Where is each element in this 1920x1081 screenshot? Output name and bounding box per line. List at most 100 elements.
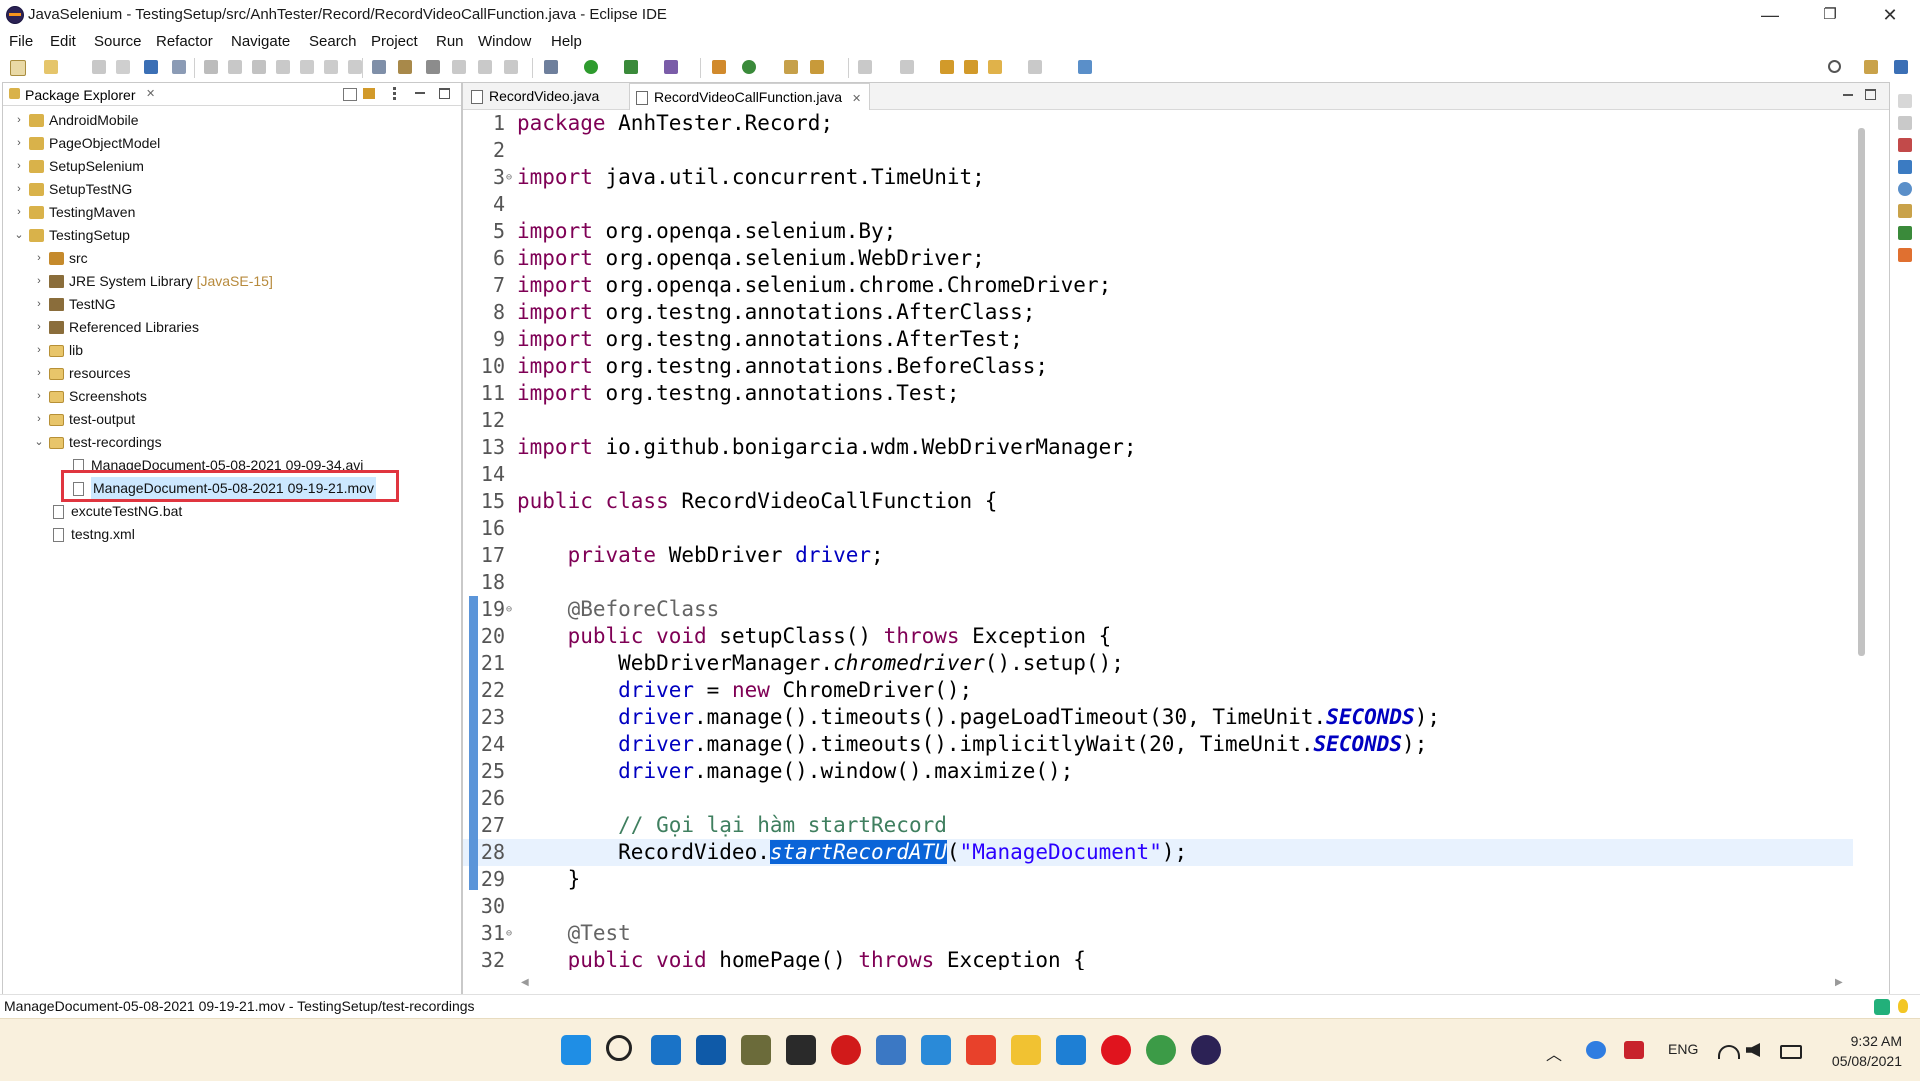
- code-line[interactable]: 8 import org.testng.annotations.AfterClas…: [463, 299, 1853, 326]
- code-line[interactable]: 16: [463, 515, 1853, 542]
- vertical-scrollbar[interactable]: [1858, 128, 1865, 656]
- vscode-icon[interactable]: [1056, 1035, 1086, 1065]
- save-icon[interactable]: [92, 60, 106, 74]
- code-line[interactable]: 13 import io.github.bonigarcia.wdm.WebDri…: [463, 434, 1853, 461]
- menu-edit[interactable]: Edit: [50, 33, 76, 50]
- tree-item-pageobjectmodel[interactable]: › PageObjectModel: [13, 132, 453, 155]
- open-perspective-icon[interactable]: [1864, 60, 1878, 74]
- code-line[interactable]: 10 import org.testng.annotations.BeforeCl…: [463, 353, 1853, 380]
- red-s-app-icon[interactable]: [966, 1035, 996, 1065]
- code-line[interactable]: 19 ⊖ @BeforeClass: [463, 596, 1853, 623]
- word-wrap-icon[interactable]: [478, 60, 492, 74]
- chrome-icon[interactable]: [1146, 1035, 1176, 1065]
- tree-item-setupselenium[interactable]: › SetupSelenium: [13, 155, 453, 178]
- back-icon[interactable]: [988, 60, 1002, 74]
- whitespace-icon[interactable]: [504, 60, 518, 74]
- tab-recordvideocallfunction[interactable]: RecordVideoCallFunction.java ✕: [629, 83, 871, 110]
- code-line[interactable]: 23 driver.manage().timeouts().pageLoadTi…: [463, 704, 1853, 731]
- code-line[interactable]: 18: [463, 569, 1853, 596]
- menu-refactor[interactable]: Refactor: [156, 33, 213, 50]
- link-with-editor-icon[interactable]: [363, 88, 375, 99]
- search-icon[interactable]: [606, 1035, 632, 1061]
- instant-demo-icon[interactable]: [741, 1035, 771, 1065]
- problems-icon[interactable]: [1898, 138, 1912, 152]
- language-indicator[interactable]: ENG: [1668, 1041, 1698, 1057]
- code-line[interactable]: 12: [463, 407, 1853, 434]
- new-class-icon[interactable]: [742, 60, 756, 74]
- wifi-icon[interactable]: [1718, 1045, 1740, 1059]
- volume-icon[interactable]: [1746, 1043, 1760, 1057]
- toggle-view-icon[interactable]: [372, 60, 386, 74]
- tree-item-src[interactable]: › src: [33, 247, 453, 270]
- code-line[interactable]: 1 package AnhTester.Record;: [463, 110, 1853, 137]
- step-over-icon[interactable]: [324, 60, 338, 74]
- package-explorer-tab[interactable]: Package Explorer ✕: [3, 83, 461, 106]
- tree-item-testng[interactable]: › TestNG: [33, 293, 453, 316]
- open-icon[interactable]: [44, 60, 58, 74]
- code-line[interactable]: 6 import org.openqa.selenium.WebDriver;: [463, 245, 1853, 272]
- open-type-icon[interactable]: [784, 60, 798, 74]
- fold-toggle-icon[interactable]: ⊖: [506, 920, 512, 947]
- step-return-icon[interactable]: [348, 60, 362, 74]
- minimize-editor-icon[interactable]: [1843, 94, 1853, 96]
- code-line[interactable]: 24 driver.manage().timeouts().implicitly…: [463, 731, 1853, 758]
- tree-item-androidmobile[interactable]: › AndroidMobile: [13, 109, 453, 132]
- tree-item-excutetestng-bat[interactable]: excuteTestNG.bat: [35, 500, 455, 523]
- maximize-view-icon[interactable]: [439, 88, 450, 99]
- menu-window[interactable]: Window: [478, 33, 531, 50]
- fold-toggle-icon[interactable]: ⊖: [506, 164, 512, 191]
- menu-search[interactable]: Search: [309, 33, 357, 50]
- forward-icon[interactable]: [1028, 60, 1042, 74]
- record-dot-icon[interactable]: [831, 1035, 861, 1065]
- tree-item-testingsetup[interactable]: ⌄ TestingSetup: [13, 224, 453, 247]
- search-tool-icon[interactable]: [810, 60, 824, 74]
- disconnect-icon[interactable]: [276, 60, 290, 74]
- tree-item-testingmaven[interactable]: › TestingMaven: [13, 201, 453, 224]
- new-icon[interactable]: [10, 60, 26, 76]
- close-icon[interactable]: ✕: [852, 93, 861, 105]
- terminate-icon[interactable]: [252, 60, 266, 74]
- code-line[interactable]: 5 import org.openqa.selenium.By;: [463, 218, 1853, 245]
- code-line[interactable]: 28 RecordVideo.startRecordATU("ManageDoc…: [463, 839, 1853, 866]
- maximize-editor-icon[interactable]: [1865, 89, 1876, 100]
- code-line[interactable]: 20 public void setupClass() throws Excep…: [463, 623, 1853, 650]
- tree-item-resources[interactable]: › resources: [33, 362, 453, 385]
- code-line[interactable]: 21 WebDriverManager.chromedriver().setup…: [463, 650, 1853, 677]
- taskbar-clock[interactable]: 9:32 AM 05/08/2021: [1822, 1031, 1902, 1071]
- resume-icon[interactable]: [204, 60, 218, 74]
- tree-item-test-recordings[interactable]: ⌄ test-recordings: [33, 431, 453, 454]
- code-text-area[interactable]: 1 package AnhTester.Record; 2 3 ⊖ import java…: [463, 110, 1889, 970]
- code-line[interactable]: 9 import org.testng.annotations.AfterTest…: [463, 326, 1853, 353]
- code-line[interactable]: 2: [463, 137, 1853, 164]
- menu-run[interactable]: Run: [436, 33, 464, 50]
- block-selection-icon[interactable]: [452, 60, 466, 74]
- tree-item-testng-xml[interactable]: testng.xml: [35, 523, 455, 546]
- recorder-icon[interactable]: [786, 1035, 816, 1065]
- lightbulb-icon[interactable]: [1898, 999, 1908, 1013]
- mark-occurrences-icon[interactable]: [426, 60, 440, 74]
- outline-icon[interactable]: [1898, 116, 1912, 130]
- tab-recordvideo[interactable]: RecordVideo.java: [465, 83, 607, 109]
- progress-icon[interactable]: [1898, 226, 1912, 240]
- minimize-button[interactable]: —: [1740, 0, 1800, 30]
- suspend-icon[interactable]: [228, 60, 242, 74]
- previous-annotation-icon[interactable]: [900, 60, 914, 74]
- code-line[interactable]: 14: [463, 461, 1853, 488]
- menu-source[interactable]: Source: [94, 33, 142, 50]
- code-line[interactable]: 11 import org.testng.annotations.Test;: [463, 380, 1853, 407]
- collapse-all-icon[interactable]: [343, 88, 357, 101]
- code-line[interactable]: 4: [463, 191, 1853, 218]
- next-annotation-icon[interactable]: [858, 60, 872, 74]
- search-icon[interactable]: [1828, 60, 1841, 73]
- zalo-tray-icon[interactable]: [1586, 1041, 1606, 1059]
- scroll-left-icon[interactable]: ◀: [521, 977, 529, 988]
- tree-item-screenshots[interactable]: › Screenshots: [33, 385, 453, 408]
- testng-icon[interactable]: [1898, 248, 1912, 262]
- tree-item-jre-system-library[interactable]: › JRE System Library [JavaSE-15]: [33, 270, 453, 293]
- close-icon[interactable]: ✕: [146, 87, 155, 100]
- menu-navigate[interactable]: Navigate: [231, 33, 290, 50]
- mail-icon[interactable]: [651, 1035, 681, 1065]
- debug-icon[interactable]: [544, 60, 558, 74]
- restore-icon[interactable]: [1898, 94, 1912, 108]
- menu-project[interactable]: Project: [371, 33, 418, 50]
